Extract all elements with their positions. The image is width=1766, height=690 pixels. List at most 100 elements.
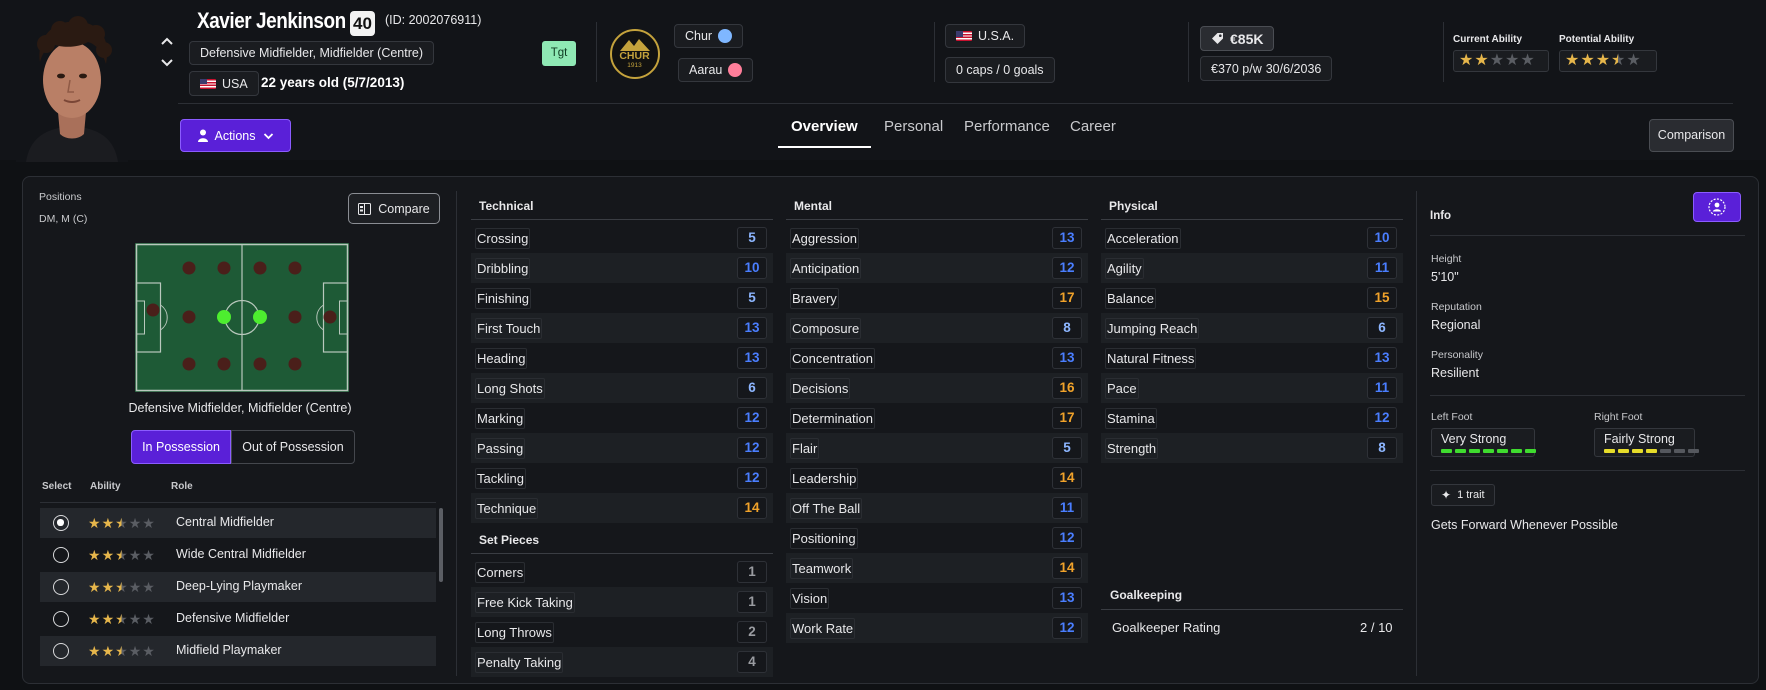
attribute-row[interactable]: Work Rate 12 [786, 613, 1088, 643]
attribute-row[interactable]: Teamwork 14 [786, 553, 1088, 583]
scout-profile-icon [1708, 198, 1726, 216]
nation-pill[interactable]: U.S.A. [945, 24, 1026, 48]
attribute-row[interactable]: Flair 5 [786, 433, 1088, 463]
attribute-row[interactable]: Crossing 5 [471, 223, 773, 253]
attribute-name: First Touch [475, 318, 543, 339]
player-id: (ID: 2002076911) [385, 13, 482, 27]
star-icon: ★ [88, 643, 101, 659]
attribute-row[interactable]: Finishing 5 [471, 283, 773, 313]
role-column-header[interactable]: Role [171, 481, 193, 492]
tab-career[interactable]: Career [1070, 118, 1116, 135]
current-ability-stars: ★ ★ ★ ★ ★ [1453, 50, 1549, 72]
comparison-button[interactable]: Comparison [1649, 119, 1734, 152]
attribute-row[interactable]: Aggression 13 [786, 223, 1088, 253]
attribute-row[interactable]: Leadership 14 [786, 463, 1088, 493]
actions-button[interactable]: Actions [180, 119, 291, 152]
attribute-row[interactable]: Free Kick Taking 1 [471, 587, 773, 617]
tab-overview[interactable]: Overview [791, 118, 858, 135]
star-icon: ★ [88, 611, 101, 627]
role-row[interactable]: ★ ★ ★ ★ ★ Midfield Playmaker [40, 636, 436, 666]
loan-club-name: Aarau [689, 63, 723, 77]
header-divider [178, 103, 1733, 104]
attribute-row[interactable]: Heading 13 [471, 343, 773, 373]
out-of-possession-tab[interactable]: Out of Possession [231, 430, 355, 464]
attribute-row[interactable]: Long Throws 2 [471, 617, 773, 647]
attribute-value: 5 [737, 227, 767, 249]
role-select-radio[interactable] [53, 547, 69, 563]
foot-strength-segment [1646, 449, 1657, 453]
attribute-row[interactable]: Determination 17 [786, 403, 1088, 433]
attribute-row[interactable]: Dribbling 10 [471, 253, 773, 283]
divider [1430, 395, 1745, 396]
attribute-row[interactable]: Agility 11 [1101, 253, 1403, 283]
compare-icon [358, 202, 372, 215]
ability-column-header[interactable]: Ability [90, 481, 121, 492]
attribute-row[interactable]: Positioning 12 [786, 523, 1088, 553]
foot-strength-segment [1441, 449, 1452, 453]
star-icon: ★ [115, 547, 128, 563]
goalkeeping-title: Goalkeeping [1110, 588, 1183, 602]
compare-button[interactable]: Compare [348, 193, 440, 224]
parent-club-pill[interactable]: Chur [674, 24, 744, 48]
attribute-row[interactable]: Passing 12 [471, 433, 773, 463]
attribute-row[interactable]: First Touch 13 [471, 313, 773, 343]
attribute-row[interactable]: Bravery 17 [786, 283, 1088, 313]
player-profile-button[interactable] [1693, 192, 1741, 222]
attribute-row[interactable]: Strength 8 [1101, 433, 1403, 463]
attribute-row[interactable]: Anticipation 12 [786, 253, 1088, 283]
personality-label: Personality [1431, 349, 1483, 361]
attribute-value: 4 [737, 651, 767, 673]
role-select-radio[interactable] [53, 611, 69, 627]
attribute-row[interactable]: Pace 11 [1101, 373, 1403, 403]
role-row[interactable]: ★ ★ ★ ★ ★ Wide Central Midfielder [40, 540, 436, 570]
tab-performance[interactable]: Performance [964, 118, 1050, 135]
positions-short: DM, M (C) [39, 213, 88, 225]
attribute-row[interactable]: Composure 8 [786, 313, 1088, 343]
goalkeeper-rating-label: Goalkeeper Rating [1112, 620, 1221, 635]
attribute-row[interactable]: Vision 13 [786, 583, 1088, 613]
attribute-row[interactable]: Decisions 16 [786, 373, 1088, 403]
position-pitch[interactable] [135, 243, 349, 392]
previous-player-chevron-icon[interactable] [160, 36, 174, 46]
attribute-row[interactable]: Jumping Reach 6 [1101, 313, 1403, 343]
role-select-radio[interactable] [53, 579, 69, 595]
role-name: Deep-Lying Playmaker [176, 579, 302, 593]
left-foot-strength-bar [1441, 449, 1536, 453]
role-select-radio[interactable] [53, 643, 69, 659]
attribute-row[interactable]: Stamina 12 [1101, 403, 1403, 433]
traits-count: 1 trait [1457, 489, 1485, 501]
attribute-row[interactable]: Balance 15 [1101, 283, 1403, 313]
attribute-value: 10 [1367, 227, 1397, 249]
attribute-row[interactable]: Penalty Taking 4 [471, 647, 773, 677]
role-list-scrollbar[interactable] [439, 508, 443, 582]
club-crest[interactable]: CHUR 1913 [610, 29, 660, 79]
attribute-name: Decisions [790, 378, 851, 399]
next-player-chevron-icon[interactable] [160, 58, 174, 68]
attribute-row[interactable]: Tackling 12 [471, 463, 773, 493]
loan-club-pill[interactable]: Aarau [678, 58, 754, 82]
nationality-pill[interactable]: USA [189, 71, 259, 96]
attribute-row[interactable]: Marking 12 [471, 403, 773, 433]
value-pill[interactable]: €85K [1200, 26, 1275, 51]
attribute-row[interactable]: Concentration 13 [786, 343, 1088, 373]
role-row[interactable]: ★ ★ ★ ★ ★ Defensive Midfielder [40, 604, 436, 634]
select-column-header[interactable]: Select [42, 481, 71, 492]
in-possession-tab[interactable]: In Possession [131, 430, 231, 464]
foot-strength-segment [1674, 449, 1685, 453]
attribute-name: Strength [1105, 438, 1159, 459]
role-select-radio[interactable] [53, 515, 69, 531]
attribute-name: Off The Ball [790, 498, 863, 519]
traits-pill[interactable]: ✦ 1 trait [1431, 484, 1495, 506]
attribute-row[interactable]: Acceleration 10 [1101, 223, 1403, 253]
star-icon: ★ [1565, 52, 1580, 69]
attribute-name: Aggression [790, 228, 860, 249]
attribute-row[interactable]: Natural Fitness 13 [1101, 343, 1403, 373]
attribute-row[interactable]: Technique 14 [471, 493, 773, 523]
attribute-row[interactable]: Long Shots 6 [471, 373, 773, 403]
role-row[interactable]: ★ ★ ★ ★ ★ Deep-Lying Playmaker [40, 572, 436, 602]
attribute-row[interactable]: Off The Ball 11 [786, 493, 1088, 523]
role-row[interactable]: ★ ★ ★ ★ ★ Central Midfielder [40, 508, 436, 538]
tab-personal[interactable]: Personal [884, 118, 943, 135]
attribute-row[interactable]: Corners 1 [471, 557, 773, 587]
target-tag[interactable]: Tgt [542, 41, 576, 66]
